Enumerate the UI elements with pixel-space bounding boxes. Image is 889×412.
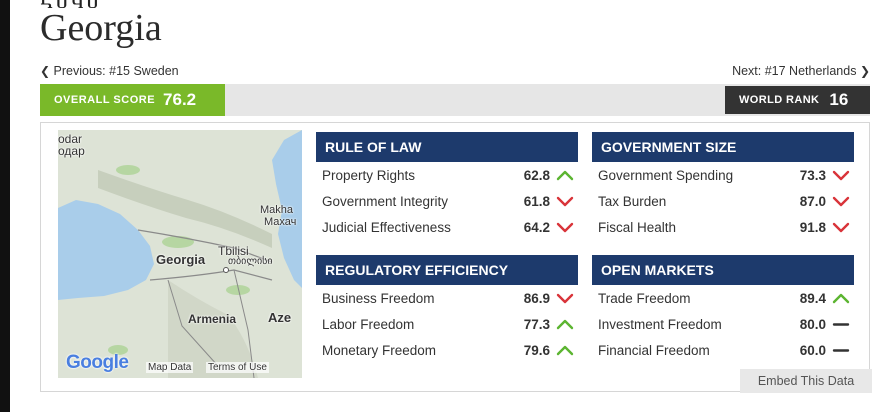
indicator-score: 77.3	[523, 316, 550, 332]
indicator-name: Investment Freedom	[598, 316, 722, 332]
trend-down-icon	[832, 170, 850, 181]
trend-up-icon	[556, 170, 574, 181]
indicator-name: Labor Freedom	[322, 316, 415, 332]
indicator-score: 62.8	[523, 167, 550, 183]
indicator-row: Business Freedom 86.9	[316, 285, 578, 311]
previous-country-link[interactable]: ❮ Previous: #15 Sweden	[40, 64, 179, 78]
map-label-city-top-left-native: одар	[58, 144, 85, 158]
trend-down-icon	[556, 293, 574, 304]
map-label-azerbaijan: Aze	[268, 310, 292, 325]
category-government-size: GOVERNMENT SIZE Government Spending 73.3…	[592, 132, 854, 240]
indicator-name: Financial Freedom	[598, 342, 710, 358]
world-rank-value: 16	[829, 90, 849, 109]
indicator-score: 64.2	[523, 219, 550, 235]
category-header: REGULATORY EFFICIENCY	[316, 255, 578, 285]
trend-down-icon	[832, 222, 850, 233]
page-title: Georgia	[40, 7, 162, 49]
trend-flat-icon	[832, 349, 850, 352]
indicator-name: Judicial Effectiveness	[322, 219, 451, 235]
trend-up-icon	[556, 345, 574, 356]
map-label-makhachkala-native: Махач	[264, 216, 297, 228]
indicator-name: Fiscal Health	[598, 219, 677, 235]
indicator-score: 89.4	[799, 290, 826, 306]
category-open-markets: OPEN MARKETS Trade Freedom 89.4 Investme…	[592, 255, 854, 363]
indicator-score: 79.6	[523, 342, 550, 358]
indicator-row: Fiscal Health 91.8	[592, 214, 854, 240]
chevron-right-icon: ❯	[859, 64, 870, 78]
category-regulatory-efficiency: REGULATORY EFFICIENCY Business Freedom 8…	[316, 255, 578, 363]
indicator-row: Financial Freedom 60.0	[592, 337, 854, 363]
map-label-georgia: Georgia	[156, 252, 206, 267]
trend-up-icon	[832, 293, 850, 304]
country-map[interactable]: odar одар Makha Махач Tbilisi თბილისი Ge…	[58, 130, 302, 378]
indicator-score: 86.9	[523, 290, 550, 306]
indicator-row: Trade Freedom 89.4	[592, 285, 854, 311]
indicator-name: Business Freedom	[322, 290, 435, 306]
map-label-tbilisi-native: თბილისი	[228, 256, 273, 267]
category-header: GOVERNMENT SIZE	[592, 132, 854, 162]
indicator-score: 87.0	[799, 193, 826, 209]
indicator-row: Property Rights 62.8	[316, 162, 578, 188]
indicator-score: 91.8	[799, 219, 826, 235]
indicator-row: Labor Freedom 77.3	[316, 311, 578, 337]
indicator-row: Judicial Effectiveness 64.2	[316, 214, 578, 240]
indicator-row: Investment Freedom 80.0	[592, 311, 854, 337]
google-logo: Google	[66, 352, 129, 373]
trend-up-icon	[556, 319, 574, 330]
indicator-row: Government Spending 73.3	[592, 162, 854, 188]
indicator-name: Monetary Freedom	[322, 342, 437, 358]
map-label-armenia: Armenia	[188, 312, 237, 326]
indicator-name: Government Integrity	[322, 193, 449, 209]
map-data-link[interactable]: Map Data	[146, 362, 194, 373]
chevron-left-icon: ❮	[40, 64, 51, 78]
overall-score-badge: OVERALL SCORE 76.2	[40, 84, 225, 116]
next-country-link[interactable]: Next: #17 Netherlands ❯	[732, 64, 870, 78]
category-header: OPEN MARKETS	[592, 255, 854, 285]
category-rule-of-law: RULE OF LAW Property Rights 62.8 Governm…	[316, 132, 578, 240]
world-rank-badge: WORLD RANK 16	[725, 86, 870, 114]
indicator-name: Government Spending	[598, 167, 734, 183]
indicator-row: Tax Burden 87.0	[592, 188, 854, 214]
category-header: RULE OF LAW	[316, 132, 578, 162]
indicator-score: 73.3	[799, 167, 826, 183]
indicator-score: 80.0	[799, 316, 826, 332]
indicator-name: Tax Burden	[598, 193, 667, 209]
left-edge-bar	[0, 0, 10, 412]
world-rank-label: WORLD RANK	[739, 94, 820, 106]
overall-score-label: OVERALL SCORE	[54, 94, 156, 106]
trend-down-icon	[832, 196, 850, 207]
embed-data-button[interactable]: Embed This Data	[740, 369, 872, 393]
previous-country-label: Previous: #15 Sweden	[53, 64, 179, 78]
map-terms-link[interactable]: Terms of Use	[206, 362, 269, 373]
trend-down-icon	[556, 196, 574, 207]
next-country-label: Next: #17 Netherlands	[732, 64, 857, 78]
map-label-makhachkala: Makha	[260, 204, 294, 216]
indicator-score: 61.8	[523, 193, 550, 209]
indicator-name: Trade Freedom	[598, 290, 691, 306]
indicator-row: Government Integrity 61.8	[316, 188, 578, 214]
indicator-score: 60.0	[799, 342, 826, 358]
score-bar: OVERALL SCORE 76.2 WORLD RANK 16	[40, 84, 870, 116]
trend-flat-icon	[832, 323, 850, 326]
indicator-row: Monetary Freedom 79.6	[316, 337, 578, 363]
indicator-name: Property Rights	[322, 167, 416, 183]
trend-down-icon	[556, 222, 574, 233]
overall-score-value: 76.2	[163, 90, 197, 109]
